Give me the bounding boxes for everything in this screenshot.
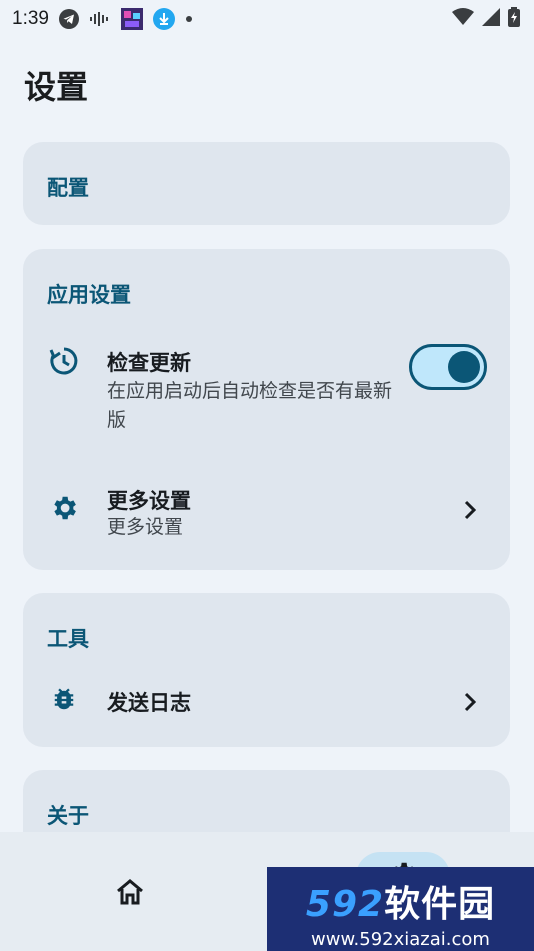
send-log-title: 发送日志 [107, 691, 191, 715]
wifi-icon [452, 7, 474, 31]
app-settings-card: 应用设置 检查更新 在应用启动后自动检查是否有最新版 更多设置 更多设置 [23, 249, 510, 570]
status-bar: 1:39 [0, 0, 534, 38]
nav-home[interactable] [112, 876, 148, 912]
app-thumbnail-icon [120, 8, 143, 30]
check-update-subtitle: 在应用启动后自动检查是否有最新版 [107, 380, 393, 431]
tools-card: 工具 发送日志 [23, 593, 510, 747]
more-settings-subtitle: 更多设置 [107, 516, 184, 538]
status-time: 1:39 [12, 8, 49, 29]
dot-icon [185, 15, 193, 23]
more-settings-item[interactable]: 更多设置 更多设置 [23, 479, 510, 545]
battery-charging-icon [508, 6, 520, 32]
config-card[interactable]: 配置 [23, 142, 510, 225]
check-update-title: 检查更新 [107, 351, 191, 375]
section-title-tools: 工具 [47, 627, 89, 651]
download-icon [152, 8, 175, 30]
section-title-app-settings: 应用设置 [47, 283, 131, 307]
more-settings-title: 更多设置 [107, 489, 191, 513]
toggle-knob [448, 351, 480, 383]
chevron-right-icon [462, 690, 478, 714]
update-history-icon [47, 344, 81, 378]
page-title: 设置 [24, 68, 89, 106]
telegram-icon [58, 9, 79, 29]
signal-icon [482, 7, 500, 31]
send-log-item[interactable]: 发送日志 [23, 677, 510, 727]
chevron-right-icon [462, 498, 478, 522]
bug-icon [47, 683, 81, 717]
check-update-toggle[interactable] [409, 344, 487, 390]
watermark-url: www.592xiazai.com [311, 929, 490, 950]
section-title-about: 关于 [47, 804, 89, 828]
watermark-logo: 592软件园 [267, 875, 534, 927]
section-title-config: 配置 [47, 176, 89, 200]
gear-icon [47, 491, 81, 525]
watermark-logo-num: 592 [305, 884, 385, 925]
audio-wave-icon [89, 11, 111, 27]
home-icon [115, 878, 145, 910]
watermark: 592软件园 www.592xiazai.com [267, 867, 534, 951]
watermark-logo-text: 软件园 [384, 884, 496, 925]
